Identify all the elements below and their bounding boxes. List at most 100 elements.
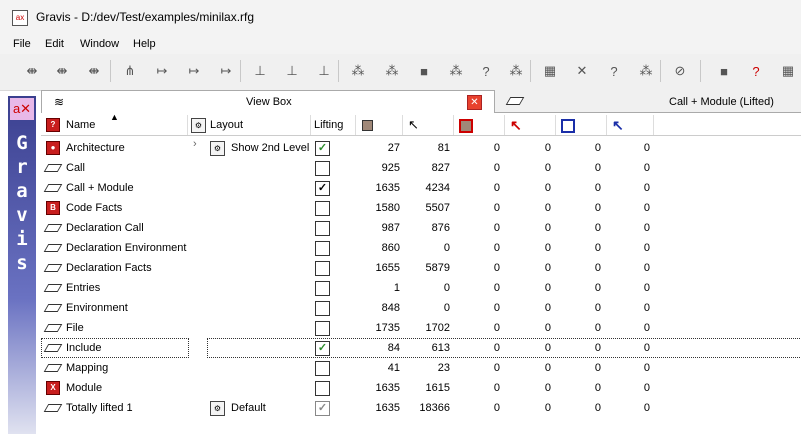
query-icon[interactable]: ? (602, 60, 626, 82)
table-row[interactable]: B Code Facts 1580 5507 0 0 0 0 (41, 198, 801, 218)
lifting-checkbox[interactable]: ✓ (315, 401, 330, 416)
row-value: 0 (544, 222, 551, 234)
menu-help[interactable]: Help (133, 38, 156, 50)
sort-up-icon: ▲ (110, 112, 119, 122)
lifting-checkbox[interactable]: ✓ (315, 181, 330, 196)
column-header-lifting[interactable]: Lifting (311, 115, 356, 135)
row-value: 848 (381, 302, 400, 314)
square-icon[interactable]: ■ (412, 60, 436, 82)
table-row[interactable]: Declaration Environment 860 0 0 0 0 0 (41, 238, 801, 258)
row-value: 0 (493, 302, 500, 314)
table-row[interactable]: Mapping 41 23 0 0 0 0 (41, 358, 801, 378)
table-row[interactable]: Declaration Call 987 876 0 0 0 0 (41, 218, 801, 238)
graph-icon[interactable]: ⁂ (444, 60, 468, 82)
close-icon[interactable]: ✕ (467, 95, 482, 110)
row-name: Declaration Call (66, 222, 144, 234)
table-row[interactable]: Call 925 827 0 0 0 0 (41, 158, 801, 178)
lifting-checkbox[interactable] (315, 281, 330, 296)
table-row[interactable]: ● Architecture › ⚙ Show 2nd Level ✓ 27 81 0 0 0 0 (41, 138, 801, 158)
cross-icon[interactable]: ✕ (570, 60, 594, 82)
grid-icon[interactable]: ▦ (776, 60, 800, 82)
column-header-node-count[interactable] (356, 115, 403, 135)
table-row[interactable]: Entries 1 0 0 0 0 0 (41, 278, 801, 298)
sidebar-letter: s (16, 252, 28, 274)
graph-icon[interactable]: ⁂ (504, 60, 528, 82)
lifting-checkbox[interactable] (315, 261, 330, 276)
lifting-checkbox[interactable] (315, 301, 330, 316)
column-header-layout[interactable]: ⚙ Layout (188, 115, 311, 135)
edge-icon: ↖ (408, 117, 419, 132)
column-header-name[interactable]: ▲ ? Name (41, 112, 188, 135)
node-layout-icon[interactable]: ⇼ (82, 60, 106, 82)
tab-call-module-lifted[interactable]: Call + Module (Lifted) (494, 91, 801, 112)
graph-icon[interactable]: ⁂ (346, 60, 370, 82)
column-header-blue-edge[interactable]: ↖ (607, 115, 654, 135)
table-row[interactable]: Call + Module ✓ 1635 4234 0 0 0 0 (41, 178, 801, 198)
row-value: 0 (493, 362, 500, 374)
no-icon[interactable]: ⊘ (668, 60, 692, 82)
row-value: 1655 (375, 262, 400, 274)
tree-icon[interactable]: ⋔ (118, 60, 142, 82)
parallelogram-icon (43, 301, 63, 314)
query-red-icon[interactable]: ? (744, 60, 768, 82)
column-header-edge-count[interactable]: ↖ (403, 115, 454, 135)
parallelogram-icon (43, 321, 63, 334)
row-value: 1 (393, 282, 400, 294)
column-label: Layout (210, 119, 244, 131)
row-name: Declaration Facts (66, 262, 152, 274)
chevron-right-icon[interactable]: › (193, 138, 197, 150)
table-row[interactable]: Include ✓ 84 613 0 0 0 0 (41, 338, 801, 358)
title-bar: ax Gravis - D:/dev/Test/examples/minilax… (0, 0, 801, 36)
row-value: 860 (381, 242, 400, 254)
grid-icon[interactable]: ▦ (538, 60, 562, 82)
hierarchy-icon[interactable]: ⊥ (248, 60, 272, 82)
table-row[interactable]: Declaration Facts 1655 5879 0 0 0 0 (41, 258, 801, 278)
lifting-checkbox[interactable] (315, 201, 330, 216)
square-icon[interactable]: ■ (712, 60, 736, 82)
parallelogram-icon (43, 281, 63, 294)
lifting-checkbox[interactable] (315, 381, 330, 396)
lifting-checkbox[interactable]: ✓ (315, 141, 330, 156)
lifting-checkbox[interactable] (315, 241, 330, 256)
table-row[interactable]: Totally lifted 1 ⚙ Default ✓ 1635 18366 0 0 0 0 (41, 398, 801, 418)
hierarchy-icon[interactable]: ⊥ (280, 60, 304, 82)
lifting-checkbox[interactable] (315, 321, 330, 336)
lifting-checkbox[interactable] (315, 161, 330, 176)
lifting-checkbox[interactable] (315, 221, 330, 236)
menu-window[interactable]: Window (80, 38, 119, 50)
row-value: 0 (493, 222, 500, 234)
edge-icon[interactable]: ↦ (150, 60, 174, 82)
query-icon[interactable]: ? (474, 60, 498, 82)
row-value: 81 (437, 142, 450, 154)
hierarchy-icon[interactable]: ⊥ (312, 60, 336, 82)
node-layout-icon[interactable]: ⇼ (20, 60, 44, 82)
row-value: 0 (594, 222, 601, 234)
graph-icon[interactable]: ⁂ (634, 60, 658, 82)
row-layout[interactable]: Show 2nd Level (231, 138, 309, 158)
column-header-red-edge[interactable]: ↖ (505, 115, 556, 135)
red-edge-icon: ↖ (510, 117, 522, 133)
edge-icon[interactable]: ↦ (182, 60, 206, 82)
row-value: 0 (544, 362, 551, 374)
lifting-checkbox[interactable]: ✓ (315, 341, 330, 356)
row-value: 0 (493, 322, 500, 334)
table-row[interactable]: File 1735 1702 0 0 0 0 (41, 318, 801, 338)
row-layout[interactable]: Default (231, 398, 266, 418)
menu-file[interactable]: File (13, 38, 31, 50)
graph-icon[interactable]: ⁂ (380, 60, 404, 82)
table-row[interactable]: Environment 848 0 0 0 0 0 (41, 298, 801, 318)
node-layout-icon[interactable]: ⇼ (50, 60, 74, 82)
column-header-red-node[interactable] (454, 115, 505, 135)
row-name: Code Facts (66, 202, 123, 214)
red-q-icon: ? (46, 118, 60, 132)
toolbar-separator (338, 60, 339, 82)
row-value: 4234 (425, 182, 450, 194)
menu-edit[interactable]: Edit (45, 38, 64, 50)
edge-icon[interactable]: ↦ (214, 60, 238, 82)
app-icon: ax (12, 10, 28, 26)
red-balloon-icon: ● (46, 141, 60, 155)
table-row[interactable]: X Module 1635 1615 0 0 0 0 (41, 378, 801, 398)
row-value: 1702 (425, 322, 450, 334)
lifting-checkbox[interactable] (315, 361, 330, 376)
column-header-blue-node[interactable] (556, 115, 607, 135)
